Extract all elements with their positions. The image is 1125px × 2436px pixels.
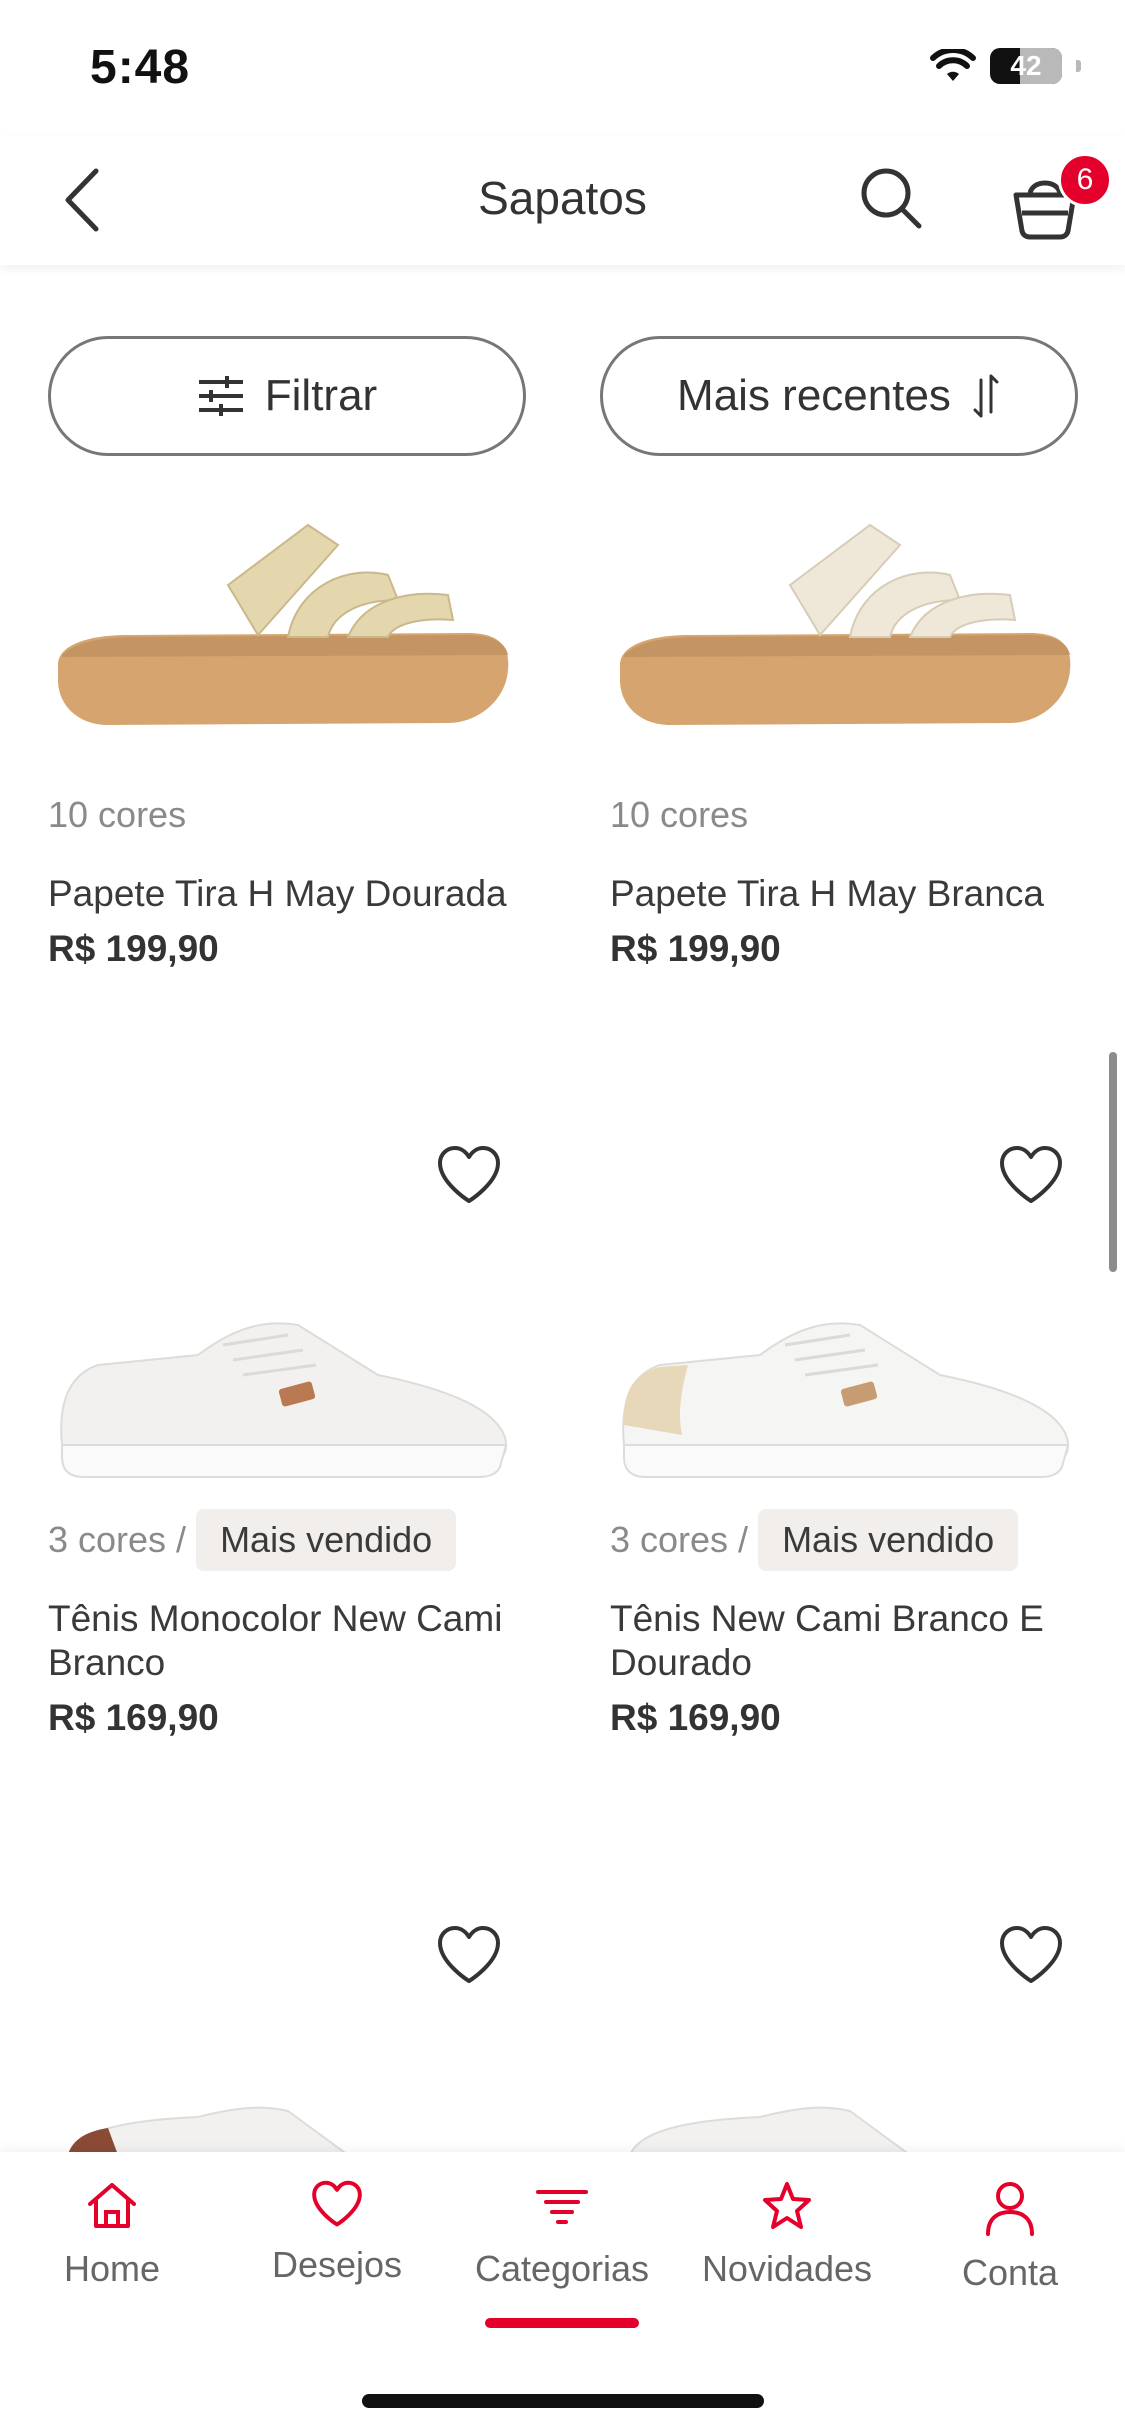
battery-icon: 42 bbox=[990, 48, 1062, 84]
page-title: Sapatos bbox=[478, 172, 647, 224]
search-icon bbox=[861, 168, 922, 229]
product-price: R$ 169,90 bbox=[48, 1697, 219, 1738]
sort-label: Mais recentes bbox=[677, 371, 951, 420]
product-image[interactable] bbox=[610, 1925, 1080, 2155]
star-icon bbox=[763, 2182, 811, 2229]
filter-button[interactable]: Filtrar bbox=[48, 336, 526, 456]
product-colors: 3 cores / bbox=[48, 1519, 187, 1560]
scroll-indicator[interactable] bbox=[1109, 1052, 1117, 1272]
home-icon bbox=[88, 2183, 136, 2228]
user-icon bbox=[986, 2182, 1034, 2236]
product-card[interactable]: 10 cores Papete Tira H May Branca R$ 199… bbox=[610, 505, 1080, 970]
nav-label: Conta bbox=[961, 2252, 1059, 2293]
product-card[interactable] bbox=[48, 1925, 518, 2155]
sandal-image bbox=[58, 523, 509, 725]
sandal-image bbox=[620, 523, 1071, 725]
filter-label: Filtrar bbox=[264, 371, 378, 420]
nav-novidades[interactable]: Novidades bbox=[677, 2180, 897, 2290]
product-colors: 10 cores bbox=[610, 794, 749, 835]
product-grid: 10 cores Papete Tira H May Dourada R$ 19… bbox=[0, 505, 1125, 2155]
sliders-icon bbox=[198, 376, 243, 416]
product-name[interactable]: Tênis New Cami Branco E Dourado bbox=[610, 1597, 1080, 1685]
sort-arrows-icon bbox=[973, 374, 999, 418]
bestseller-badge: Mais vendido bbox=[758, 1509, 1019, 1571]
product-image[interactable] bbox=[48, 1145, 518, 1505]
status-icons: 42 bbox=[930, 48, 1081, 84]
product-image[interactable] bbox=[48, 1925, 518, 2155]
home-indicator bbox=[362, 2394, 764, 2408]
product-price: R$ 199,90 bbox=[48, 928, 219, 969]
nav-categorias[interactable]: Categorias bbox=[452, 2180, 672, 2290]
cart-button[interactable]: 6 bbox=[1010, 153, 1112, 243]
product-name[interactable]: Tênis Monocolor New Cami Branco bbox=[48, 1597, 518, 1685]
sneaker-image bbox=[622, 1322, 1070, 1478]
product-meta: 3 cores / Mais vendido bbox=[610, 1505, 1080, 1575]
app-header: Sapatos 6 bbox=[0, 135, 1125, 265]
active-tab-indicator bbox=[485, 2318, 639, 2328]
heart-icon bbox=[312, 2180, 362, 2227]
nav-desejos[interactable]: Desejos bbox=[227, 2180, 447, 2286]
product-card[interactable]: 3 cores / Mais vendido Tênis New Cami Br… bbox=[610, 1145, 1080, 1739]
nav-label: Categorias bbox=[474, 2248, 650, 2289]
product-meta: 10 cores bbox=[48, 780, 518, 850]
cart-count-badge: 6 bbox=[1058, 153, 1112, 207]
battery-level: 42 bbox=[1010, 50, 1042, 81]
bestseller-badge: Mais vendido bbox=[196, 1509, 457, 1571]
nav-label: Desejos bbox=[271, 2244, 403, 2285]
product-image[interactable] bbox=[610, 1145, 1080, 1505]
search-button[interactable] bbox=[856, 163, 926, 233]
product-image[interactable] bbox=[610, 505, 1080, 745]
product-meta: 10 cores bbox=[610, 780, 1080, 850]
product-card[interactable]: 3 cores / Mais vendido Tênis Monocolor N… bbox=[48, 1145, 518, 1739]
categories-icon bbox=[536, 2190, 588, 2224]
product-price: R$ 199,90 bbox=[610, 928, 781, 969]
product-name[interactable]: Papete Tira H May Dourada bbox=[48, 872, 518, 916]
product-card[interactable] bbox=[610, 1925, 1080, 2155]
nav-label: Home bbox=[63, 2248, 161, 2289]
product-name[interactable]: Papete Tira H May Branca bbox=[610, 872, 1080, 916]
product-colors: 10 cores bbox=[48, 794, 187, 835]
product-meta: 3 cores / Mais vendido bbox=[48, 1505, 518, 1575]
product-colors: 3 cores / bbox=[610, 1519, 749, 1560]
product-price: R$ 169,90 bbox=[610, 1697, 781, 1738]
sneaker-image bbox=[60, 1322, 508, 1478]
nav-conta[interactable]: Conta bbox=[900, 2180, 1120, 2294]
sort-button[interactable]: Mais recentes bbox=[600, 336, 1078, 456]
sneaker-image bbox=[628, 2106, 912, 2155]
status-bar: 5:48 42 bbox=[0, 0, 1125, 135]
product-card[interactable]: 10 cores Papete Tira H May Dourada R$ 19… bbox=[48, 505, 518, 970]
sneaker-image bbox=[66, 2106, 350, 2155]
product-image[interactable] bbox=[48, 505, 518, 745]
status-time: 5:48 bbox=[90, 41, 191, 94]
nav-home[interactable]: Home bbox=[2, 2180, 222, 2290]
filter-row: Filtrar Mais recentes bbox=[48, 336, 1078, 456]
wifi-icon bbox=[930, 49, 976, 81]
nav-label: Novidades bbox=[701, 2248, 873, 2289]
